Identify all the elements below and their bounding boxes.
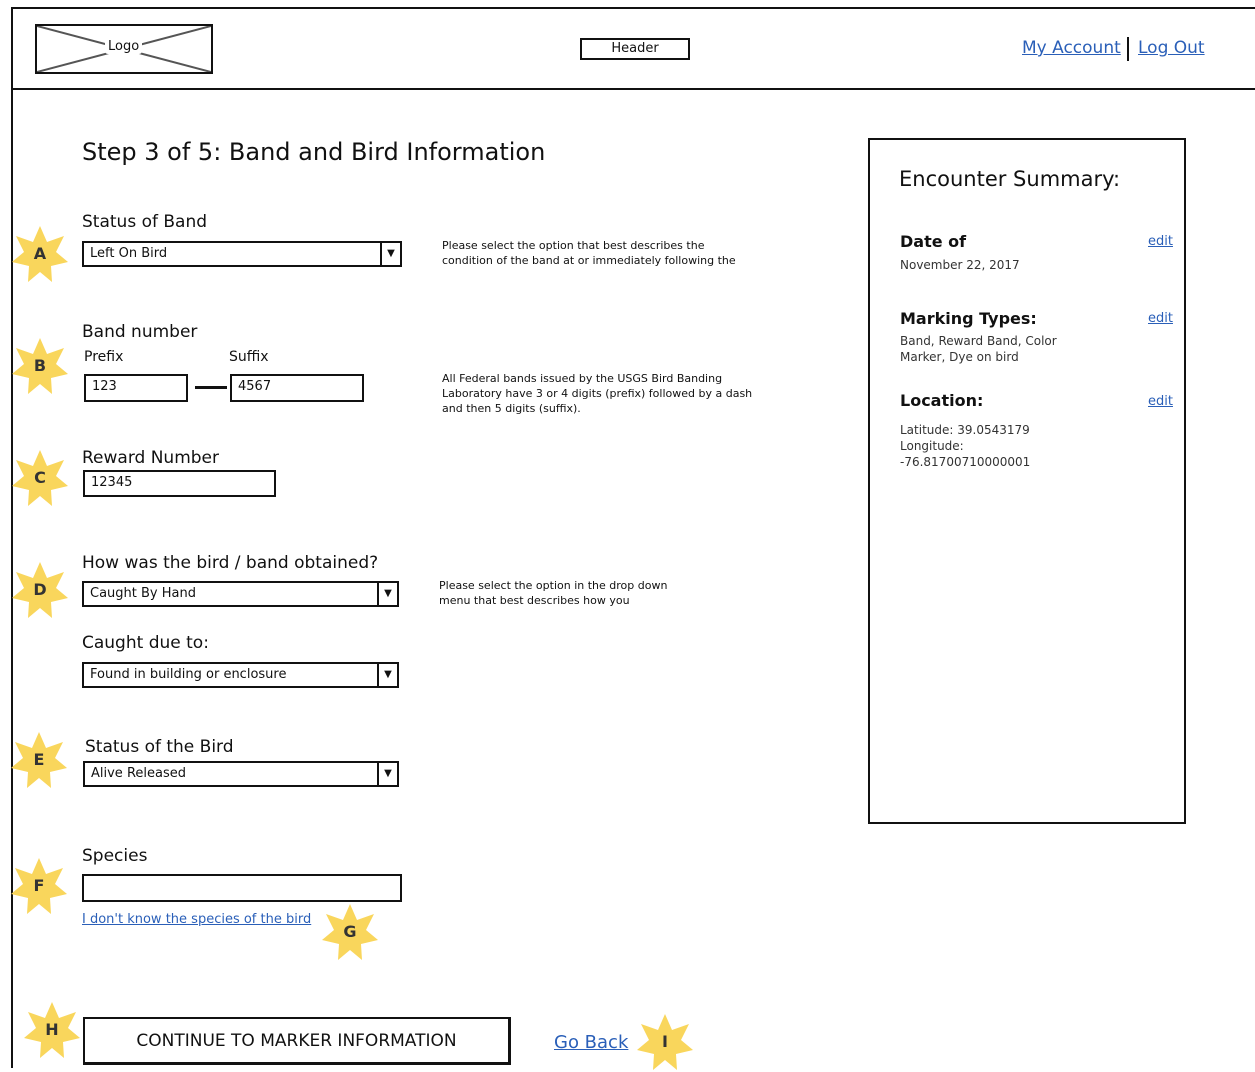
chevron-down-icon: ▼: [380, 243, 400, 265]
status-of-bird-value: Alive Released: [91, 766, 186, 781]
obtained-label: How was the bird / band obtained?: [82, 553, 379, 573]
edit-date-link[interactable]: edit: [1148, 234, 1173, 249]
marking-types-value: Band, Reward Band, Color Marker, Dye on …: [900, 334, 1057, 364]
link-divider: [1127, 37, 1129, 61]
marking-types-heading: Marking Types:: [900, 309, 1037, 328]
suffix-label: Suffix: [229, 349, 269, 365]
go-back-link[interactable]: Go Back: [554, 1032, 628, 1053]
obtained-help: Please select the option in the drop dow…: [439, 579, 668, 607]
annotation-badge-g: G: [320, 902, 380, 962]
date-heading: Date of: [900, 232, 967, 251]
continue-button[interactable]: CONTINUE TO MARKER INFORMATION: [83, 1017, 511, 1065]
status-of-band-select[interactable]: Left On Bird ▼: [82, 241, 402, 267]
prefix-label: Prefix: [84, 349, 124, 365]
date-value: November 22, 2017: [900, 258, 1020, 272]
chevron-down-icon: ▼: [377, 664, 397, 686]
chevron-down-icon: ▼: [377, 583, 397, 605]
location-heading: Location:: [900, 391, 984, 410]
page-title: Step 3 of 5: Band and Bird Information: [82, 138, 546, 166]
logo-label: Logo: [105, 39, 143, 54]
caught-due-to-value: Found in building or enclosure: [90, 667, 287, 682]
status-of-band-value: Left On Bird: [90, 246, 168, 261]
my-account-link[interactable]: My Account: [1022, 38, 1121, 58]
species-label: Species: [82, 846, 148, 866]
band-suffix-input[interactable]: 4567: [230, 374, 364, 402]
reward-number-input[interactable]: 12345: [83, 470, 276, 497]
status-of-bird-label: Status of the Bird: [85, 737, 234, 757]
band-number-help: All Federal bands issued by the USGS Bir…: [442, 372, 753, 415]
annotation-badge-e: E: [9, 730, 69, 790]
annotation-badge-d: D: [10, 560, 70, 620]
edit-marking-link[interactable]: edit: [1148, 311, 1173, 326]
summary-title: Encounter Summary:: [899, 167, 1121, 191]
status-of-bird-select[interactable]: Alive Released ▼: [83, 761, 399, 787]
edit-location-link[interactable]: edit: [1148, 394, 1173, 409]
status-of-band-label: Status of Band: [82, 212, 208, 232]
reward-number-label: Reward Number: [82, 448, 220, 468]
band-dash: [195, 386, 227, 389]
annotation-badge-c: C: [10, 448, 70, 508]
annotation-badge-b: B: [10, 336, 70, 396]
annotation-badge-h: H: [22, 1000, 82, 1060]
obtained-select[interactable]: Caught By Hand ▼: [82, 581, 399, 607]
annotation-badge-i: I: [635, 1012, 695, 1072]
species-input[interactable]: [82, 874, 402, 902]
header-placeholder: Header: [580, 38, 690, 60]
location-value: Latitude: 39.0543179 Longitude: -76.8170…: [900, 423, 1031, 469]
status-of-band-help: Please select the option that best descr…: [442, 239, 736, 267]
annotation-badge-f: F: [9, 856, 69, 916]
caught-due-to-select[interactable]: Found in building or enclosure ▼: [82, 662, 399, 688]
annotation-badge-a: A: [10, 224, 70, 284]
logo: Logo: [35, 24, 213, 74]
band-prefix-input[interactable]: 123: [84, 374, 188, 402]
unknown-species-link[interactable]: I don't know the species of the bird: [82, 912, 311, 927]
band-number-label: Band number: [82, 322, 198, 342]
caught-due-to-label: Caught due to:: [82, 633, 209, 653]
chevron-down-icon: ▼: [377, 763, 397, 785]
log-out-link[interactable]: Log Out: [1138, 38, 1205, 58]
obtained-value: Caught By Hand: [90, 586, 196, 601]
